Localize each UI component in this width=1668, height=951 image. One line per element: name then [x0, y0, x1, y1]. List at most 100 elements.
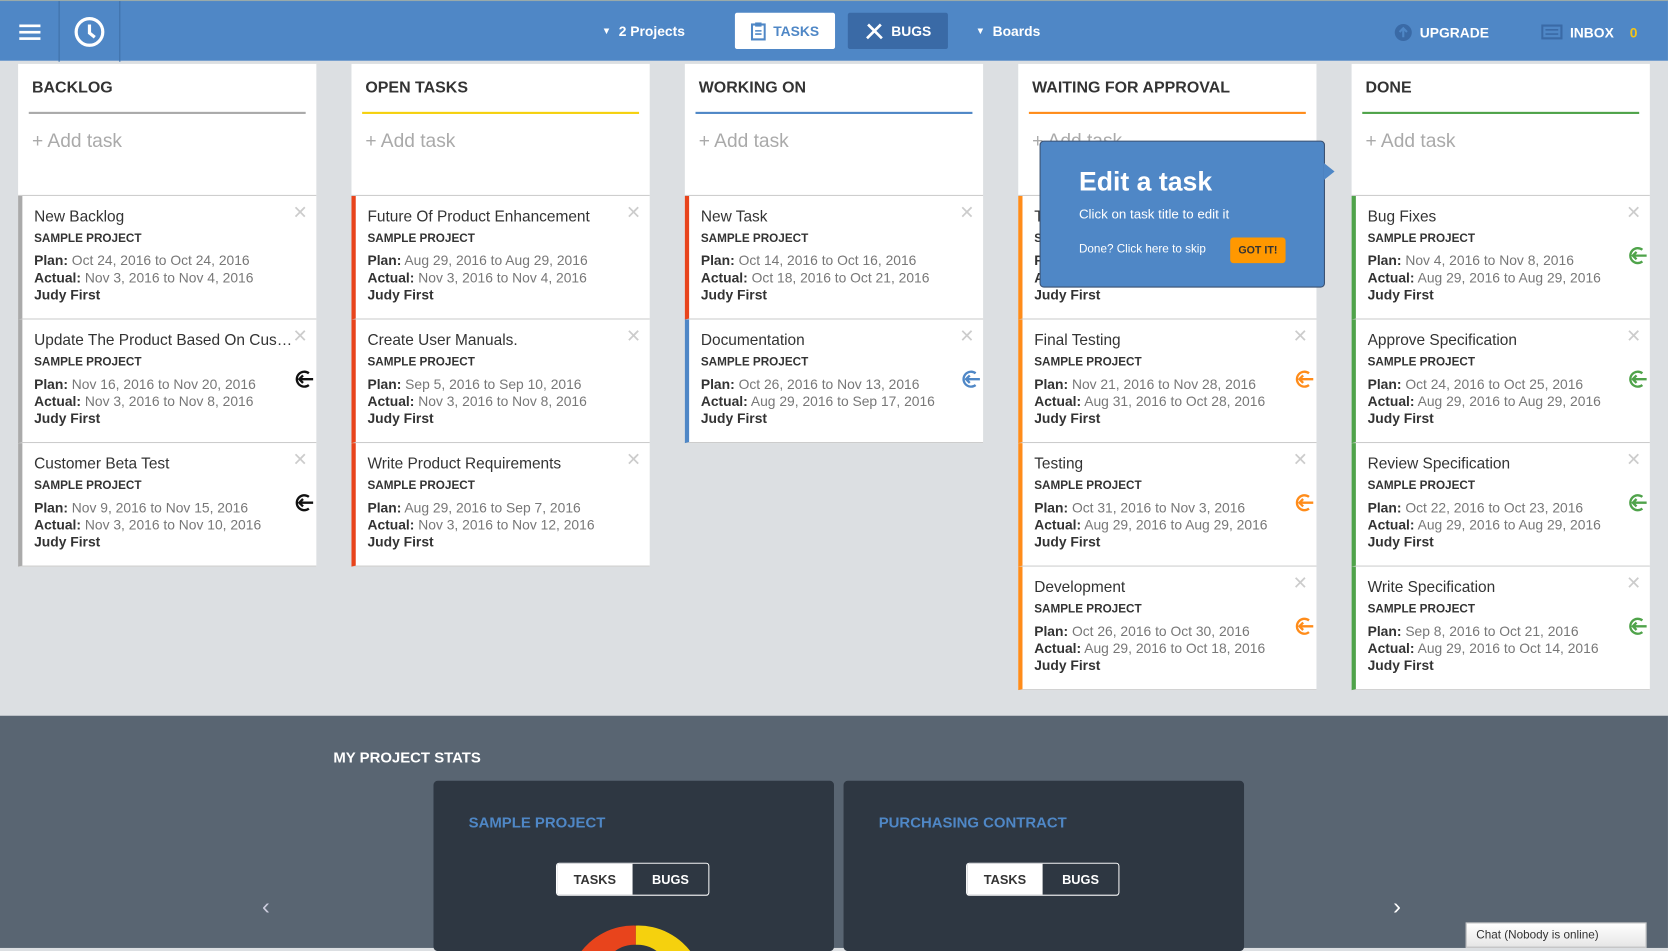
task-card: Documentation SAMPLE PROJECT Plan: Oct 2…: [684, 319, 984, 444]
assignee: Judy First: [700, 286, 768, 303]
caret-down-icon: ▼: [601, 25, 612, 37]
column-backlog: BACKLOG + Add task New Backlog SAMPLE PR…: [18, 63, 317, 567]
task-title[interactable]: Write Specification: [1368, 579, 1629, 596]
task-card: Development SAMPLE PROJECT Plan: Oct 26,…: [1018, 566, 1317, 691]
plan-dates: Oct 22, 2016 to Oct 23, 2016: [1405, 499, 1584, 516]
task-title[interactable]: New Task: [701, 209, 962, 226]
task-title[interactable]: Update The Product Based On Customer Fee…: [34, 332, 295, 349]
move-task-icon[interactable]: [1293, 492, 1314, 513]
plan-dates: Oct 31, 2016 to Nov 3, 2016: [1071, 499, 1246, 516]
close-icon[interactable]: ✕: [293, 449, 308, 470]
close-icon[interactable]: ✕: [1293, 449, 1308, 470]
actual-dates: Nov 3, 2016 to Nov 4, 2016: [418, 269, 587, 286]
actual-dates: Aug 29, 2016 to Aug 29, 2016: [1417, 269, 1601, 286]
stats-bugs-tab[interactable]: BUGS: [632, 863, 709, 895]
column-header: OPEN TASKS + Add task: [351, 63, 650, 196]
logo[interactable]: [60, 1, 121, 62]
assignee: Judy First: [34, 286, 101, 303]
close-icon[interactable]: ✕: [1293, 573, 1308, 594]
assignee: Judy First: [1034, 657, 1101, 674]
plan-dates: Nov 4, 2016 to Nov 8, 2016: [1405, 252, 1574, 269]
task-card: Customer Beta Test SAMPLE PROJECT Plan: …: [18, 443, 317, 567]
actual-dates: Nov 3, 2016 to Nov 4, 2016: [84, 269, 254, 286]
top-bar: ▼ 2 Projects TASKS BUGS ▼ Boards UPGRADE I…: [0, 0, 1668, 62]
close-icon[interactable]: ✕: [626, 202, 641, 223]
close-icon[interactable]: ✕: [1626, 326, 1641, 347]
close-icon[interactable]: ✕: [1626, 449, 1641, 470]
plan-dates: Oct 26, 2016 to Nov 13, 2016: [738, 375, 920, 392]
close-icon[interactable]: ✕: [959, 326, 974, 347]
add-task-button[interactable]: + Add task: [699, 130, 789, 152]
task-project: SAMPLE PROJECT: [1034, 602, 1142, 616]
upgrade-button[interactable]: UPGRADE: [1394, 14, 1489, 50]
task-title[interactable]: Future Of Product Enhancement: [367, 209, 628, 226]
actual-dates: Nov 3, 2016 to Nov 12, 2016: [418, 516, 595, 533]
column-header: DONE + Add task: [1351, 63, 1650, 196]
add-task-button[interactable]: + Add task: [1365, 130, 1455, 152]
chat-widget[interactable]: Chat (Nobody is online): [1465, 922, 1647, 948]
close-icon[interactable]: ✕: [293, 202, 308, 223]
task-title[interactable]: Approve Specification: [1368, 332, 1629, 349]
tasks-tab[interactable]: TASKS: [734, 12, 836, 49]
task-title[interactable]: Review Specification: [1368, 456, 1629, 473]
close-icon[interactable]: ✕: [1293, 326, 1308, 347]
task-title[interactable]: Development: [1034, 579, 1295, 596]
add-task-button[interactable]: + Add task: [365, 130, 455, 152]
plan-dates: Oct 26, 2016 to Oct 30, 2016: [1071, 623, 1250, 640]
assignee: Judy First: [700, 410, 768, 427]
task-title[interactable]: New Backlog: [34, 209, 295, 226]
actual-dates: Aug 29, 2016 to Aug 29, 2016: [1417, 393, 1601, 409]
actual-dates: Nov 3, 2016 to Nov 10, 2016: [84, 516, 262, 533]
task-project: SAMPLE PROJECT: [34, 355, 142, 369]
inbox-button[interactable]: INBOX 0: [1541, 14, 1637, 50]
task-title[interactable]: Write Product Requirements: [367, 456, 628, 473]
task-title[interactable]: Final Testing: [1034, 332, 1295, 349]
stats-tasks-tab[interactable]: TASKS: [967, 863, 1043, 895]
task-project: SAMPLE PROJECT: [1367, 232, 1476, 245]
column-open-tasks: OPEN TASKS + Add task Future Of Product …: [351, 63, 650, 567]
plan-dates: Sep 8, 2016 to Oct 21, 2016: [1405, 623, 1579, 640]
close-icon[interactable]: ✕: [626, 449, 641, 470]
assignee: Judy First: [1034, 286, 1101, 303]
move-task-icon[interactable]: [1626, 492, 1647, 513]
move-task-icon[interactable]: [293, 369, 314, 390]
close-icon[interactable]: ✕: [1626, 573, 1641, 594]
move-task-icon[interactable]: [293, 492, 314, 513]
assignee: Judy First: [367, 533, 434, 550]
projects-dropdown[interactable]: ▼ 2 Projects: [602, 13, 685, 49]
add-task-button[interactable]: + Add task: [32, 130, 122, 152]
move-task-icon[interactable]: [1626, 369, 1647, 390]
got-it-button[interactable]: GOT IT!: [1230, 237, 1286, 264]
actual-dates: Oct 18, 2016 to Oct 21, 2016: [751, 269, 930, 286]
prev-arrow-icon[interactable]: ‹: [262, 893, 270, 921]
move-task-icon[interactable]: [1293, 616, 1314, 637]
task-title[interactable]: Bug Fixes: [1368, 209, 1629, 226]
close-icon[interactable]: ✕: [293, 326, 308, 347]
assignee: Judy First: [1034, 533, 1101, 550]
stats-toggle: TASKS BUGS: [966, 862, 1120, 896]
move-task-icon[interactable]: [1293, 369, 1314, 390]
move-task-icon[interactable]: [1626, 616, 1647, 637]
task-project: SAMPLE PROJECT: [1367, 355, 1476, 369]
next-arrow-icon[interactable]: ›: [1393, 893, 1401, 921]
menu-button[interactable]: [0, 1, 60, 62]
close-icon[interactable]: ✕: [626, 326, 641, 347]
close-icon[interactable]: ✕: [959, 202, 974, 223]
task-title[interactable]: Customer Beta Test: [34, 456, 295, 473]
plan-dates: Nov 9, 2016 to Nov 15, 2016: [71, 499, 249, 516]
close-icon[interactable]: ✕: [1626, 202, 1641, 223]
stats-tasks-tab[interactable]: TASKS: [557, 863, 633, 895]
task-project: SAMPLE PROJECT: [700, 355, 809, 369]
bugs-tab[interactable]: BUGS: [847, 12, 948, 49]
move-task-icon[interactable]: [960, 369, 981, 390]
actual-dates: Nov 3, 2016 to Nov 8, 2016: [84, 393, 254, 409]
task-title[interactable]: Create User Manuals.: [367, 332, 628, 349]
task-title[interactable]: Documentation: [701, 332, 962, 349]
column-divider: [28, 111, 306, 114]
actual-dates: Aug 29, 2016 to Oct 18, 2016: [1084, 640, 1266, 657]
boards-dropdown[interactable]: ▼ Boards: [976, 13, 1041, 49]
task-title[interactable]: Testing: [1034, 456, 1295, 473]
move-task-icon[interactable]: [1626, 245, 1647, 266]
stats-bugs-tab[interactable]: BUGS: [1042, 863, 1119, 895]
skip-link[interactable]: Done? Click here to skip: [1079, 243, 1324, 256]
